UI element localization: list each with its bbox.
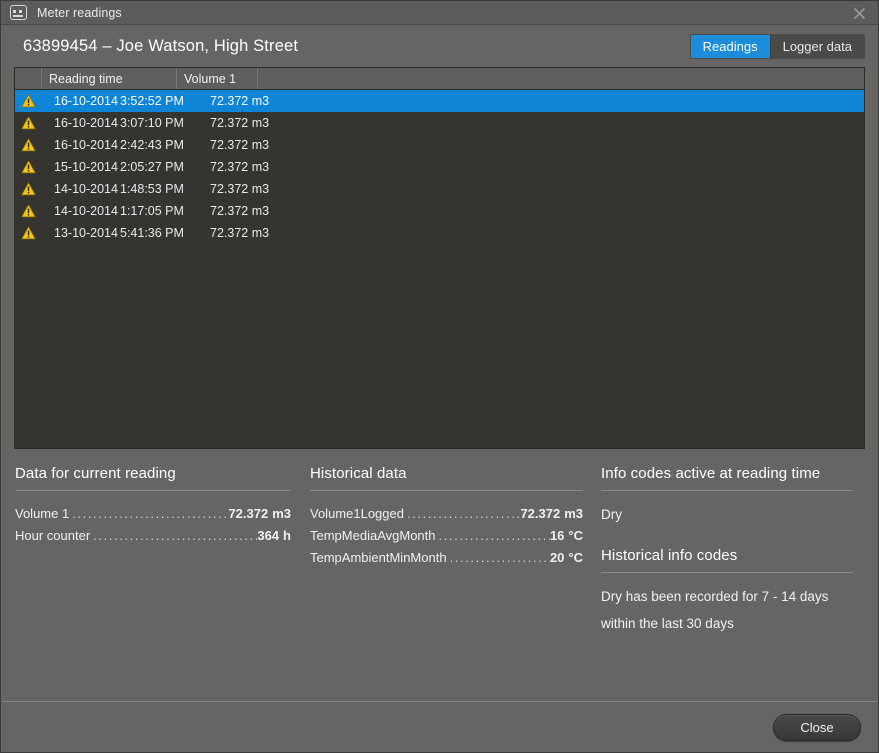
historical-info-code-item: Dry has been recorded for 7 - 14 days xyxy=(601,589,829,604)
meter-icon xyxy=(10,5,27,20)
current-reading-divider xyxy=(15,490,291,491)
table-row[interactable]: 14-10-2014 1:17:05 PM 72.372 m3 xyxy=(15,200,864,222)
reading-volume: 72.372 m3 xyxy=(210,160,270,174)
data-unit: m3 xyxy=(564,506,583,521)
data-label: Volume1Logged xyxy=(310,506,404,521)
data-value: 72.372 xyxy=(520,506,561,521)
data-unit: °C xyxy=(568,528,583,543)
data-label: TempMediaAvgMonth xyxy=(310,528,436,543)
tab-readings[interactable]: Readings xyxy=(690,34,770,58)
meter-readings-dialog: Meter readings 63899454 – Joe Watson, Hi… xyxy=(0,0,879,753)
tab-logger-data[interactable]: Logger data xyxy=(769,34,864,58)
panel-spacer xyxy=(601,528,853,547)
reading-volume: 72.372 m3 xyxy=(210,138,270,152)
data-value: 72.372 xyxy=(228,506,269,521)
historical-data-heading: Historical data xyxy=(310,465,407,482)
historical-info-code-item: within the last 30 days xyxy=(601,616,734,631)
reading-time: 1:17:05 PM xyxy=(120,204,184,218)
close-icon[interactable] xyxy=(844,2,874,24)
current-reading-list: Volume 1................................… xyxy=(15,503,291,547)
historical-data-divider xyxy=(310,490,583,491)
reading-volume: 72.372 m3 xyxy=(210,182,270,196)
info-code-item: Dry xyxy=(601,507,622,522)
leader-dots: ........................................… xyxy=(438,528,550,543)
reading-time: 3:52:52 PM xyxy=(120,94,184,108)
readings-table-body: 16-10-2014 3:52:52 PM 72.372 m3 16-10-2014 3… xyxy=(15,90,864,448)
historical-data-panel: Historical data Volume1Logged...........… xyxy=(305,465,597,701)
reading-volume: 72.372 m3 xyxy=(210,94,270,108)
info-codes-panel: Info codes active at reading time Dry Hi… xyxy=(597,465,867,701)
data-row: TempAmbientMinMonth.....................… xyxy=(310,547,583,569)
reading-time: 2:05:27 PM xyxy=(120,160,184,174)
warning-icon xyxy=(15,182,42,196)
reading-date: 16-10-2014 xyxy=(54,116,118,130)
reading-volume: 72.372 m3 xyxy=(210,226,270,240)
data-unit: m3 xyxy=(272,506,291,521)
data-row: TempMediaAvgMonth.......................… xyxy=(310,525,583,547)
historical-info-codes-divider xyxy=(601,572,853,573)
warning-icon xyxy=(15,204,42,218)
dialog-header: 63899454 – Joe Watson, High Street Readi… xyxy=(1,25,878,67)
leader-dots: ........................................… xyxy=(93,528,257,543)
warning-icon xyxy=(15,116,42,130)
warning-icon xyxy=(15,94,42,108)
data-value: 364 xyxy=(257,528,280,543)
table-row[interactable]: 16-10-2014 3:07:10 PM 72.372 m3 xyxy=(15,112,864,134)
historical-info-codes-heading: Historical info codes xyxy=(601,547,738,564)
data-label: TempAmbientMinMonth xyxy=(310,550,447,565)
reading-time: 2:42:43 PM xyxy=(120,138,184,152)
column-header-filler xyxy=(258,68,864,89)
reading-date: 14-10-2014 xyxy=(54,182,118,196)
warning-icon xyxy=(15,160,42,174)
reading-date: 14-10-2014 xyxy=(54,204,118,218)
data-unit: h xyxy=(283,528,291,543)
table-row[interactable]: 16-10-2014 3:52:52 PM 72.372 m3 xyxy=(15,90,864,112)
table-row[interactable]: 13-10-2014 5:41:36 PM 72.372 m3 xyxy=(15,222,864,244)
reading-date: 16-10-2014 xyxy=(54,94,118,108)
leader-dots: ........................................… xyxy=(406,506,520,521)
info-codes-divider xyxy=(601,490,853,491)
warning-icon xyxy=(15,138,42,152)
table-row[interactable]: 16-10-2014 2:42:43 PM 72.372 m3 xyxy=(15,134,864,156)
column-header-status[interactable] xyxy=(15,68,42,89)
readings-table-header: Reading time Volume 1 xyxy=(15,68,864,90)
leader-dots: ........................................… xyxy=(449,550,550,565)
warning-icon xyxy=(15,226,42,240)
reading-date: 13-10-2014 xyxy=(54,226,118,240)
reading-date: 15-10-2014 xyxy=(54,160,118,174)
current-reading-heading: Data for current reading xyxy=(15,465,176,482)
reading-time: 3:07:10 PM xyxy=(120,116,184,130)
reading-date: 16-10-2014 xyxy=(54,138,118,152)
reading-time: 5:41:36 PM xyxy=(120,226,184,240)
info-panels: Data for current reading Volume 1.......… xyxy=(1,449,878,701)
column-header-volume-1[interactable]: Volume 1 xyxy=(177,68,258,89)
active-info-codes-list: Dry xyxy=(601,501,853,528)
info-codes-heading: Info codes active at reading time xyxy=(601,465,821,482)
data-value: 16 xyxy=(549,528,565,543)
historical-data-list: Volume1Logged...........................… xyxy=(310,503,583,569)
table-row[interactable]: 15-10-2014 2:05:27 PM 72.372 m3 xyxy=(15,156,864,178)
window-title: Meter readings xyxy=(37,5,122,20)
readings-list-panel: Reading time Volume 1 16-10-2014 3:52:52 … xyxy=(14,67,865,449)
data-unit: °C xyxy=(568,550,583,565)
reading-volume: 72.372 m3 xyxy=(210,204,270,218)
reading-volume: 72.372 m3 xyxy=(210,116,270,130)
data-row: Volume1Logged...........................… xyxy=(310,503,583,525)
column-header-reading-time[interactable]: Reading time xyxy=(42,68,177,89)
data-label: Hour counter xyxy=(15,528,91,543)
table-row[interactable]: 14-10-2014 1:48:53 PM 72.372 m3 xyxy=(15,178,864,200)
leader-dots: ........................................… xyxy=(72,506,229,521)
dialog-footer: Close xyxy=(1,702,878,752)
page-title: 63899454 – Joe Watson, High Street xyxy=(23,36,299,55)
data-row: Volume 1................................… xyxy=(15,503,291,525)
data-row: Hour counter............................… xyxy=(15,525,291,547)
current-reading-panel: Data for current reading Volume 1.......… xyxy=(14,465,305,701)
titlebar: Meter readings xyxy=(1,1,878,25)
data-label: Volume 1 xyxy=(15,506,70,521)
historical-info-codes-list: Dry has been recorded for 7 - 14 days wit… xyxy=(601,583,853,637)
close-button[interactable]: Close xyxy=(773,713,861,741)
reading-time: 1:48:53 PM xyxy=(120,182,184,196)
view-tabs: Readings Logger data xyxy=(689,33,865,59)
data-value: 20 xyxy=(549,550,565,565)
